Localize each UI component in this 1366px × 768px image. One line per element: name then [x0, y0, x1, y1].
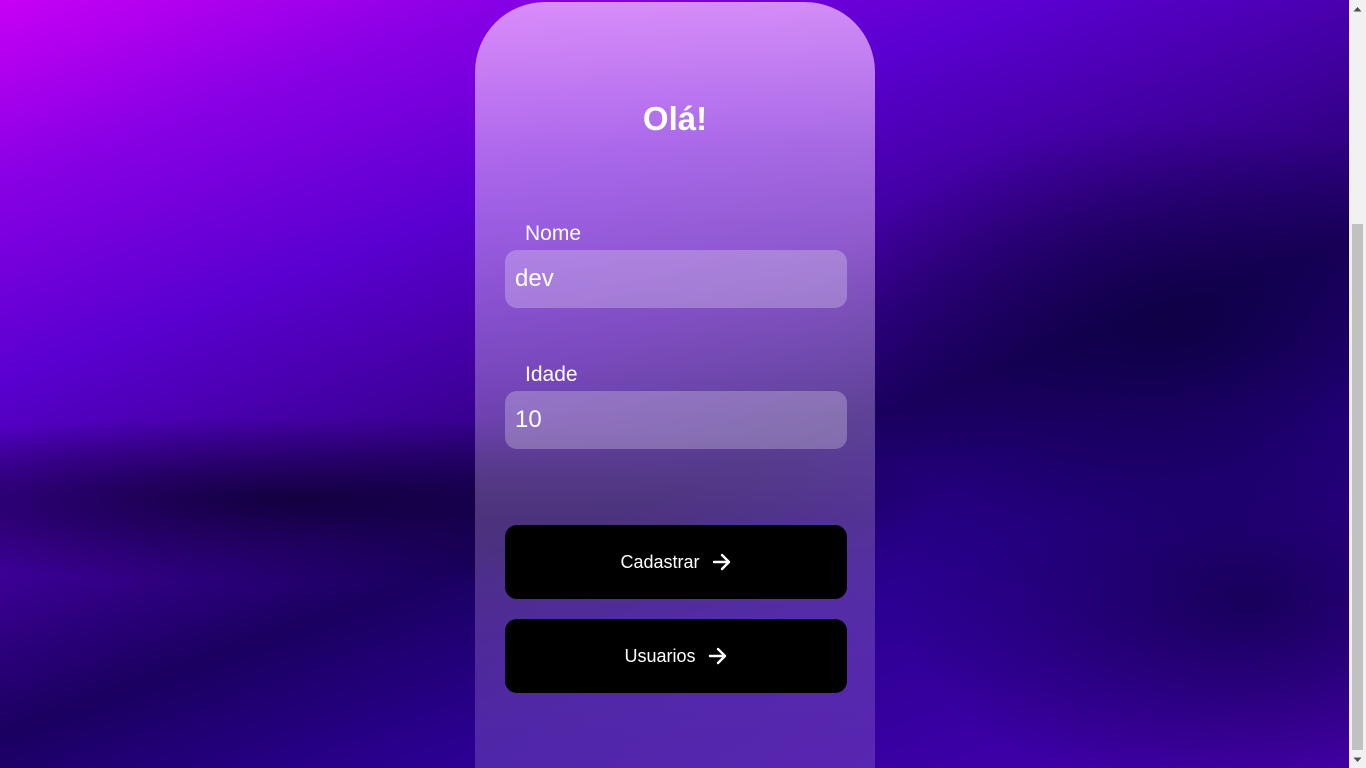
usuarios-button-label: Usuarios: [624, 645, 696, 666]
scrollbar-thumb[interactable]: [1352, 224, 1363, 750]
usuarios-button[interactable]: Usuarios: [505, 619, 847, 693]
vertical-scrollbar[interactable]: [1349, 0, 1366, 768]
nome-input[interactable]: [505, 250, 847, 308]
cadastrar-button[interactable]: Cadastrar: [505, 525, 847, 599]
arrow-right-icon: [712, 553, 732, 571]
scroll-down-arrow-icon[interactable]: [1349, 751, 1366, 768]
signup-card: Olá! Nome Idade Cadastrar Usuarios: [475, 2, 875, 768]
cadastrar-button-label: Cadastrar: [620, 551, 700, 572]
arrow-right-icon: [708, 647, 728, 665]
page-title: Olá!: [642, 100, 708, 137]
scroll-up-arrow-icon[interactable]: [1349, 0, 1366, 17]
idade-label: Idade: [525, 363, 578, 386]
nome-label: Nome: [525, 222, 582, 245]
idade-input[interactable]: [505, 391, 847, 449]
